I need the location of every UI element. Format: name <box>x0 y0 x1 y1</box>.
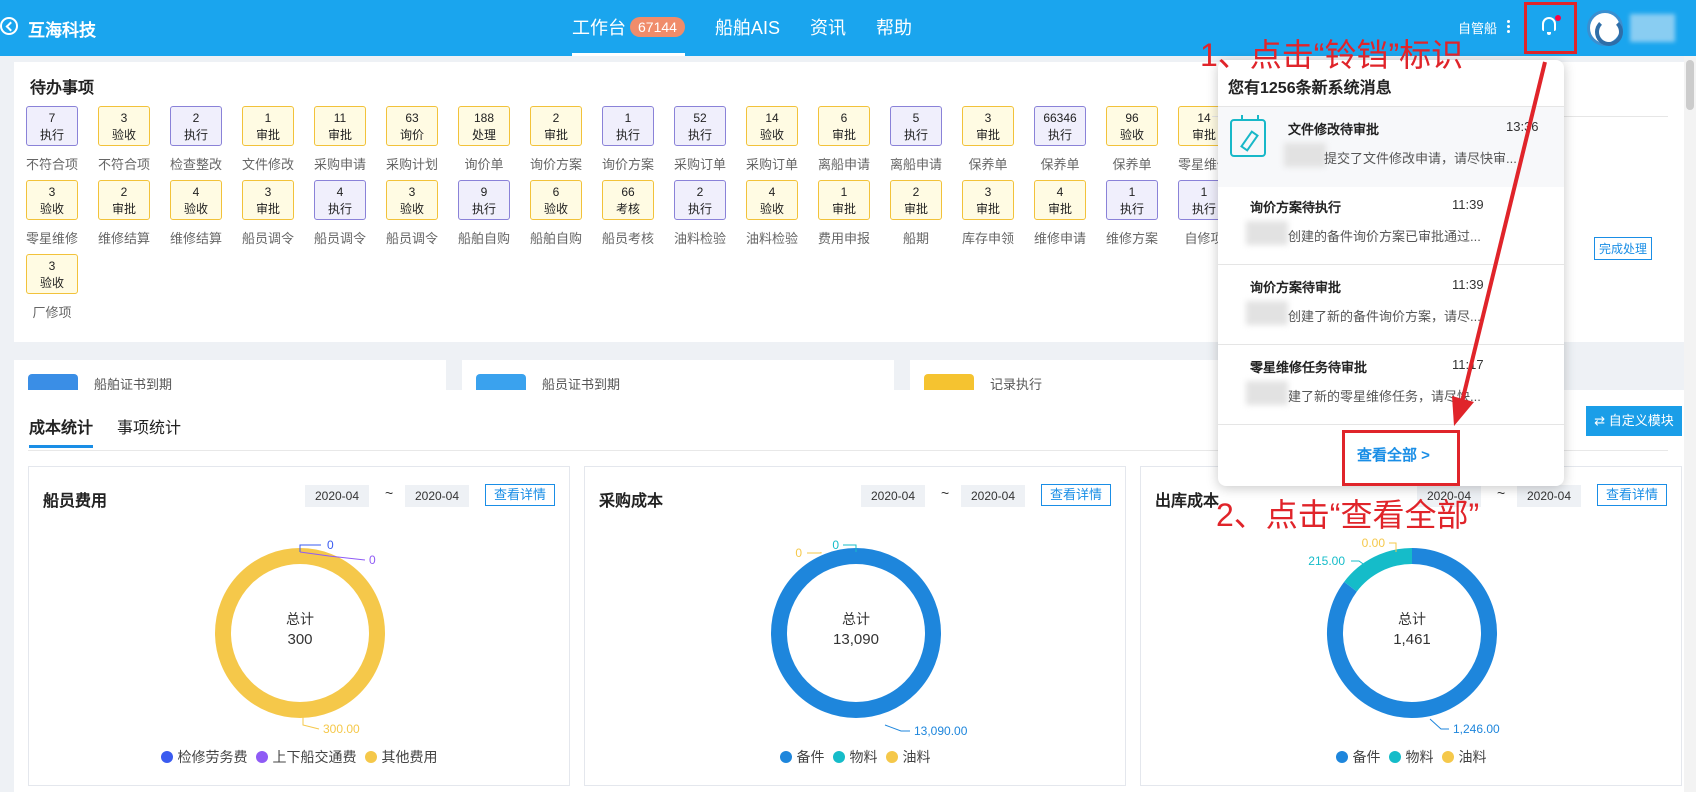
arrow-head <box>1452 396 1474 426</box>
arrow-line <box>1460 61 1547 403</box>
annotation-arrow <box>1452 61 1547 426</box>
